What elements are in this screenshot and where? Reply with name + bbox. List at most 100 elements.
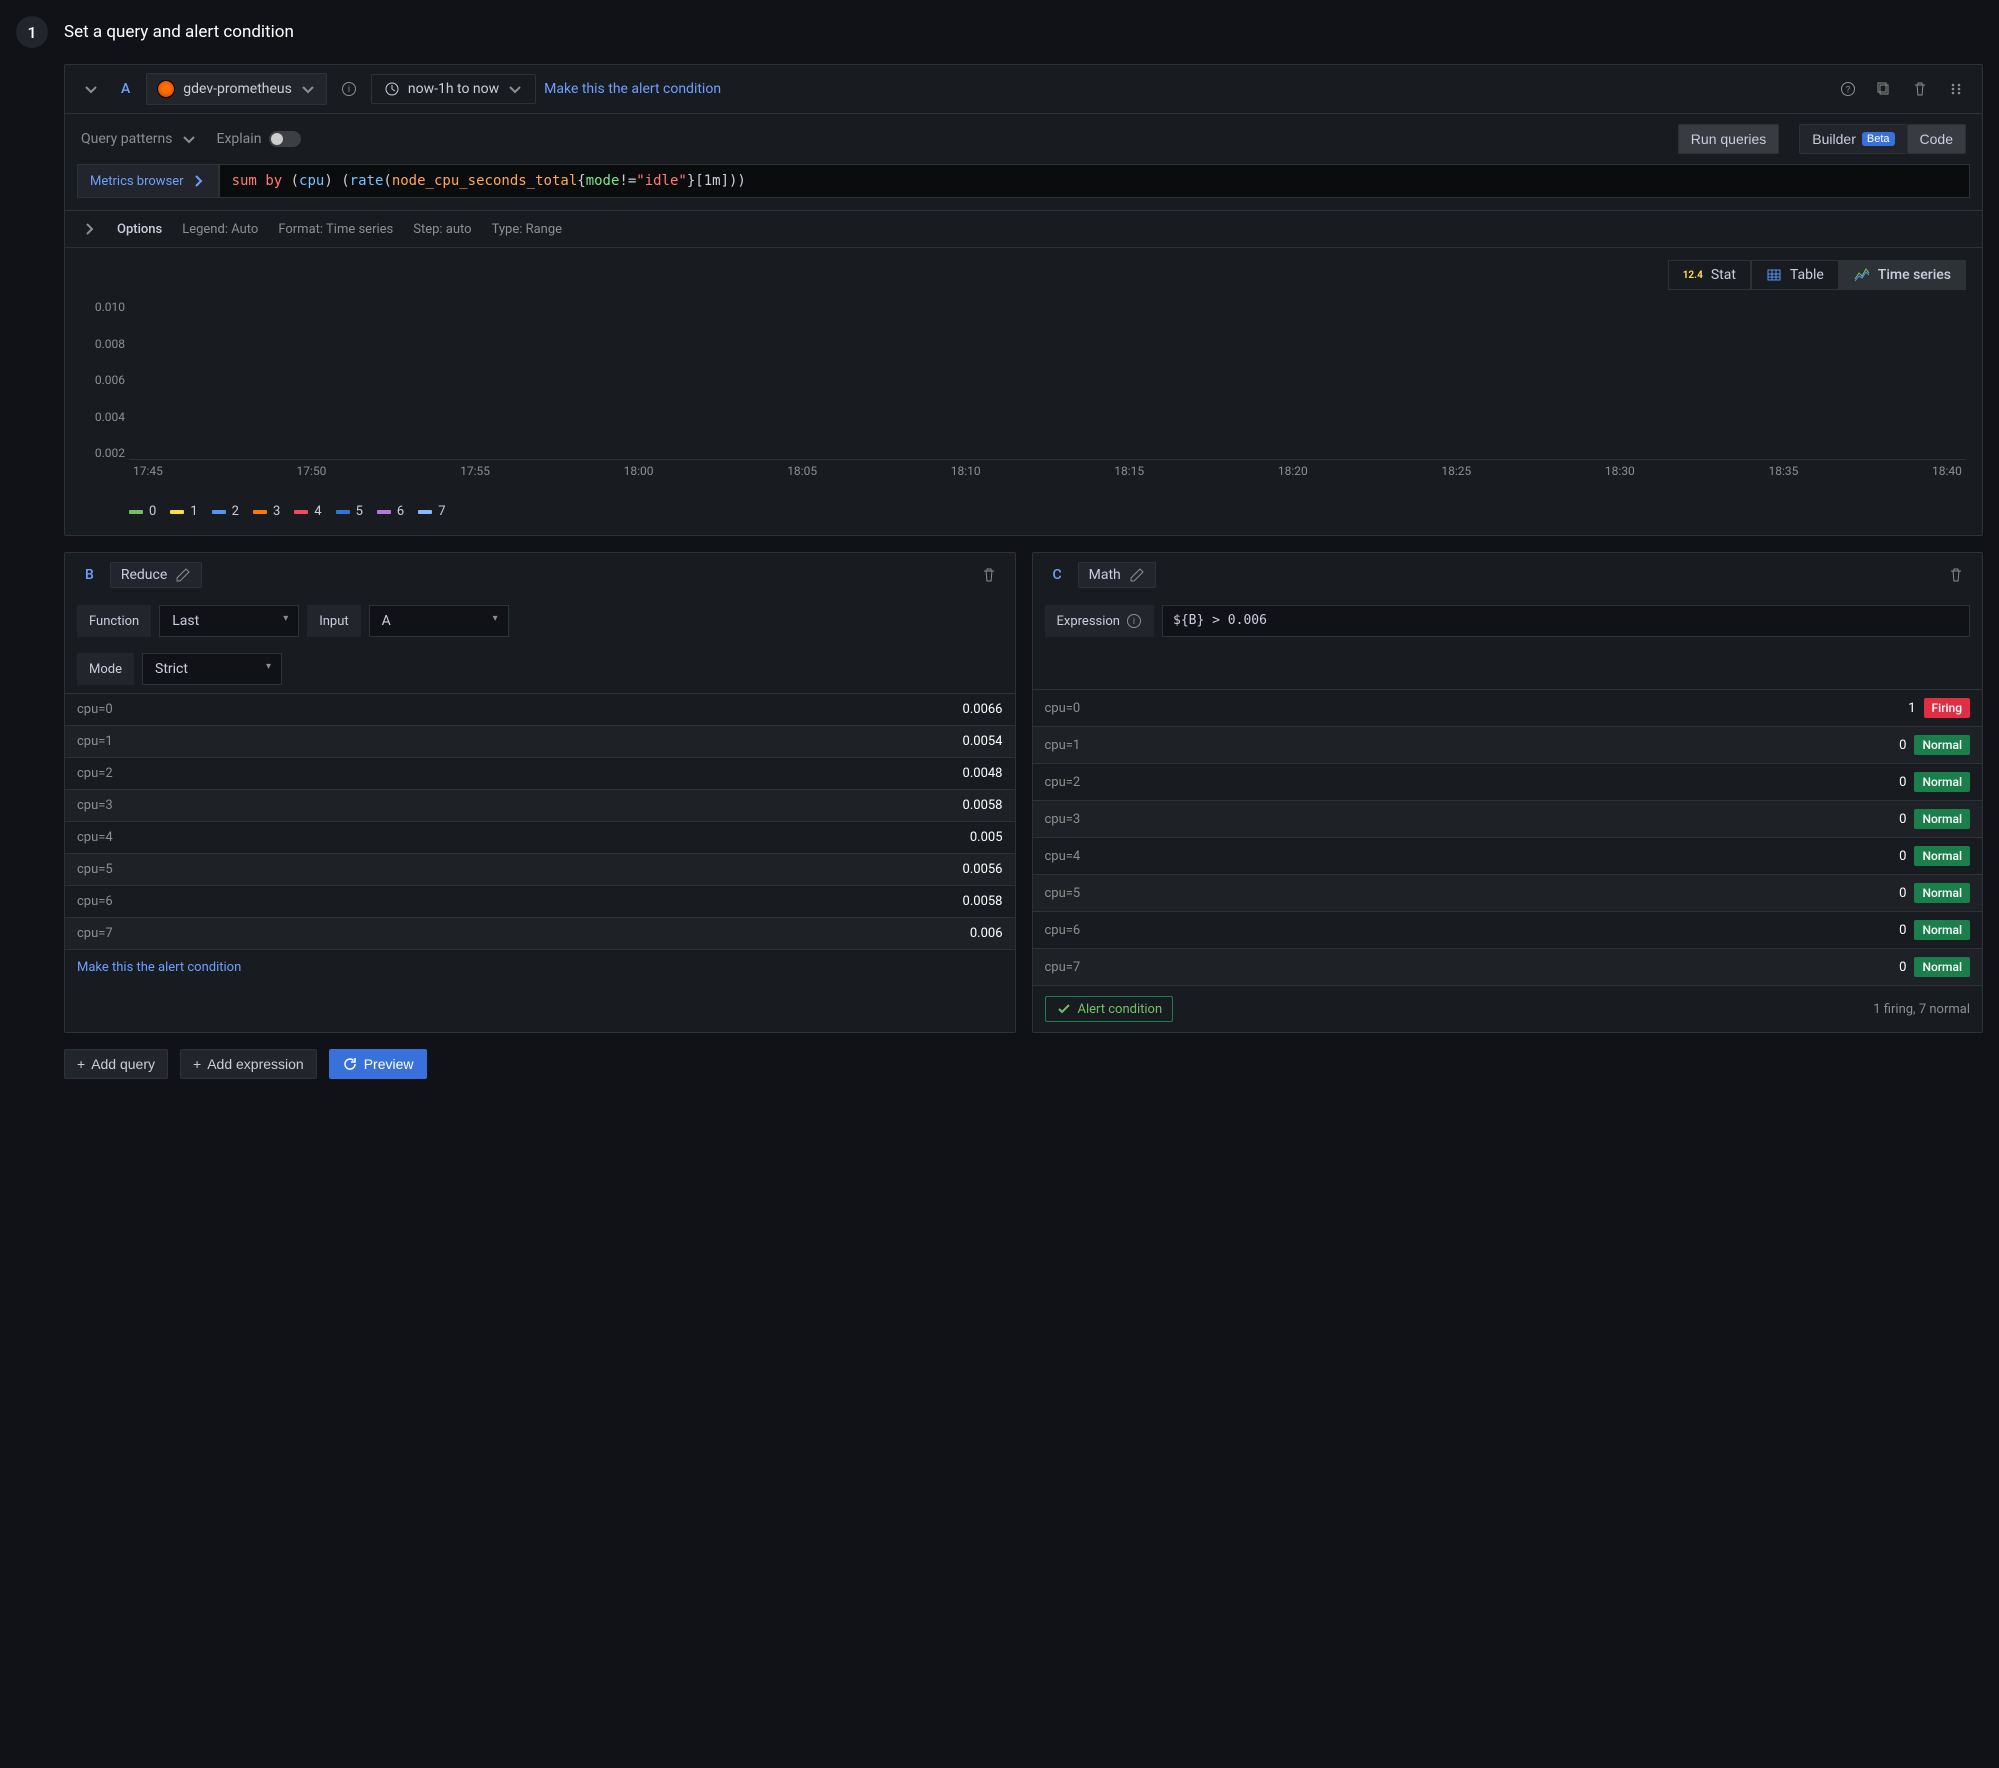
result-row: cpu=30.0058 (65, 789, 1015, 821)
result-row: cpu=50Normal (1033, 874, 1983, 911)
builder-tab[interactable]: Builder Beta (1799, 124, 1906, 154)
state-badge: Normal (1914, 883, 1970, 903)
time-range-selector[interactable]: now-1h to now (371, 74, 536, 104)
b-results: cpu=00.0066cpu=10.0054cpu=20.0048cpu=30.… (65, 693, 1015, 949)
result-row: cpu=20.0048 (65, 757, 1015, 789)
tab-table[interactable]: Table (1751, 260, 1839, 290)
svg-text:i: i (1133, 617, 1135, 627)
chevron-right-icon (81, 221, 97, 237)
drag-handle-icon[interactable] (1942, 75, 1970, 103)
result-row: cpu=30Normal (1033, 800, 1983, 837)
result-row: cpu=70Normal (1033, 948, 1983, 985)
tab-stat[interactable]: 12.4 Stat (1668, 260, 1751, 290)
query-options-row[interactable]: Options Legend: Auto Format: Time series… (65, 210, 1982, 248)
datasource-selector[interactable]: gdev-prometheus (146, 73, 327, 105)
alert-condition-badge: Alert condition (1045, 996, 1174, 1022)
result-row: cpu=10.0054 (65, 725, 1015, 757)
chart-area: 12.4 Stat Table Time series 0.0100.0080.… (65, 248, 1982, 535)
legend-item[interactable]: 3 (253, 504, 280, 519)
query-b-panel: B Reduce Function Last Input A Mode Stri… (64, 552, 1016, 1033)
option-legend: Legend: Auto (182, 222, 258, 237)
query-a-panel: A gdev-prometheus i now-1h to now Make t… (64, 64, 1983, 536)
option-format: Format: Time series (278, 222, 393, 237)
metrics-browser-button[interactable]: Metrics browser (77, 164, 219, 198)
chevron-down-icon (181, 131, 197, 147)
mode-select[interactable]: Strict (142, 653, 282, 685)
chart-canvas: 0.0100.0080.0060.0040.002 17:4517:5017:5… (129, 300, 1966, 480)
alert-summary: 1 firing, 7 normal (1873, 1002, 1970, 1017)
query-a-header: A gdev-prometheus i now-1h to now Make t… (65, 65, 1982, 114)
delete-c-icon[interactable] (1942, 561, 1970, 589)
result-row: cpu=01Firing (1033, 689, 1983, 726)
query-ref-a[interactable]: A (113, 81, 138, 97)
query-toolbar: Query patterns Explain Run queries Build… (65, 114, 1982, 164)
legend-item[interactable]: 7 (418, 504, 445, 519)
tab-timeseries[interactable]: Time series (1839, 260, 1966, 290)
query-ref-b[interactable]: B (77, 567, 102, 583)
legend-item[interactable]: 2 (212, 504, 239, 519)
delete-b-icon[interactable] (975, 561, 1003, 589)
action-row: + Add query + Add expression Preview (64, 1049, 1983, 1079)
result-row: cpu=60.0058 (65, 885, 1015, 917)
preview-button[interactable]: Preview (329, 1049, 427, 1079)
clock-icon (384, 81, 400, 97)
expression-input[interactable]: ${B} > 0.006 (1162, 605, 1970, 637)
state-badge: Firing (1924, 698, 1970, 718)
query-ref-c[interactable]: C (1045, 567, 1070, 583)
duplicate-query-icon[interactable] (1870, 75, 1898, 103)
result-row: cpu=50.0056 (65, 853, 1015, 885)
input-label: Input (307, 605, 360, 637)
run-queries-button[interactable]: Run queries (1678, 124, 1780, 154)
stat-icon: 12.4 (1683, 270, 1703, 281)
function-select[interactable]: Last (159, 605, 299, 637)
legend-item[interactable]: 5 (336, 504, 363, 519)
expression-type-c[interactable]: Math (1078, 562, 1156, 588)
add-expression-button[interactable]: + Add expression (180, 1049, 317, 1079)
datasource-help-icon[interactable]: i (335, 75, 363, 103)
result-row: cpu=10Normal (1033, 726, 1983, 763)
result-row: cpu=40Normal (1033, 837, 1983, 874)
state-badge: Normal (1914, 735, 1970, 755)
legend-item[interactable]: 1 (170, 504, 197, 519)
chevron-down-icon (83, 81, 99, 97)
chevron-right-icon (190, 173, 206, 189)
result-row: cpu=40.005 (65, 821, 1015, 853)
collapse-toggle[interactable] (77, 75, 105, 103)
state-badge: Normal (1914, 920, 1970, 940)
legend-item[interactable]: 4 (294, 504, 321, 519)
explain-toggle[interactable] (269, 131, 301, 147)
chart-legend: 01234567 (129, 504, 1966, 519)
function-label: Function (77, 605, 151, 637)
section-title: Set a query and alert condition (64, 22, 294, 42)
result-row: cpu=20Normal (1033, 763, 1983, 800)
mode-label: Mode (77, 653, 134, 685)
check-icon (1056, 1001, 1072, 1017)
promql-editor[interactable]: sum by (cpu) (rate(node_cpu_seconds_tota… (219, 164, 1970, 198)
result-row: cpu=60Normal (1033, 911, 1983, 948)
make-alert-condition-link[interactable]: Make this the alert condition (544, 81, 721, 97)
input-select[interactable]: A (369, 605, 509, 637)
x-axis: 17:4517:5017:5518:0018:0518:1018:1518:20… (129, 464, 1966, 480)
timeseries-icon (1854, 267, 1870, 283)
section-header: 1 Set a query and alert condition (16, 16, 1983, 48)
query-patterns-dropdown[interactable]: Query patterns (81, 131, 197, 147)
delete-query-icon[interactable] (1906, 75, 1934, 103)
expression-type-b[interactable]: Reduce (110, 562, 202, 588)
make-alert-condition-b[interactable]: Make this the alert condition (77, 960, 241, 975)
expression-label: Expression i (1045, 605, 1155, 637)
code-tab[interactable]: Code (1907, 124, 1966, 154)
legend-item[interactable]: 6 (377, 504, 404, 519)
result-row: cpu=70.006 (65, 917, 1015, 949)
refresh-icon (342, 1056, 358, 1072)
query-c-panel: C Math Expression i ${B} > 0.006 cpu=01F… (1032, 552, 1984, 1033)
add-query-button[interactable]: + Add query (64, 1049, 168, 1079)
beta-badge: Beta (1862, 132, 1895, 146)
chevron-down-icon (300, 81, 316, 97)
code-editor-row: Metrics browser sum by (cpu) (rate(node_… (65, 164, 1982, 210)
state-badge: Normal (1914, 809, 1970, 829)
plot-area (129, 300, 1966, 460)
info-icon: i (1126, 613, 1142, 629)
legend-item[interactable]: 0 (129, 504, 156, 519)
svg-text:i: i (348, 85, 350, 95)
query-help-icon[interactable]: ? (1834, 75, 1862, 103)
